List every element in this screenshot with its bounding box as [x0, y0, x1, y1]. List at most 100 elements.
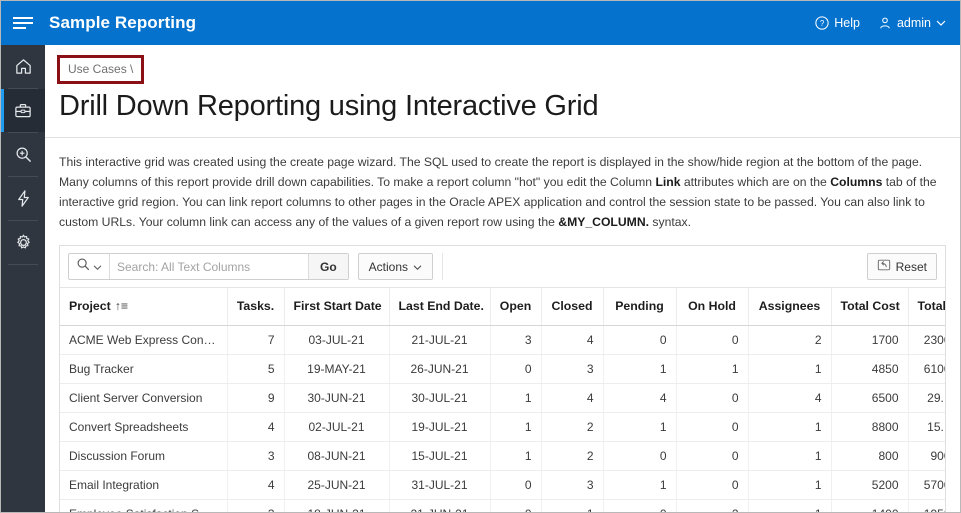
cell-assignees[interactable]: 1: [748, 499, 832, 512]
column-header-assignees[interactable]: Assignees: [748, 288, 832, 326]
column-header-total-cost[interactable]: Total Cost: [831, 288, 909, 326]
actions-button[interactable]: Actions: [357, 253, 434, 280]
table-row[interactable]: ACME Web Express Configurat...703-JUL-21…: [60, 325, 945, 355]
person-icon: [878, 16, 892, 30]
column-header-last-end-date[interactable]: Last End Date.: [389, 288, 491, 326]
column-header-first-start-date[interactable]: First Start Date: [284, 288, 390, 326]
cell-project[interactable]: Employee Satisfaction Survey: [60, 499, 228, 512]
cell-on-hold[interactable]: 0: [676, 470, 749, 500]
cell-assignees[interactable]: 1: [748, 470, 832, 500]
breadcrumb-container: Use Cases \: [45, 45, 960, 84]
cell-project[interactable]: Discussion Forum: [60, 441, 228, 471]
cell-open[interactable]: 3: [490, 325, 542, 355]
table-row[interactable]: Convert Spreadsheets 4 02-JUL-21 19-JUL-21 1…: [60, 412, 945, 442]
cell-assignees[interactable]: 1: [748, 441, 832, 471]
cell-project[interactable]: Email Integration: [60, 470, 228, 500]
cell-open[interactable]: 1: [490, 383, 542, 413]
user-menu-button[interactable]: admin: [878, 16, 946, 30]
cell-project[interactable]: Client Server Conversion: [60, 383, 228, 413]
cell-closed[interactable]: 1: [541, 499, 604, 512]
description-text: attributes which are on the: [680, 175, 831, 189]
cell-total-cost: 800: [831, 441, 909, 471]
actions-label: Actions: [368, 259, 409, 274]
cell-on-hold[interactable]: 2: [676, 499, 749, 512]
column-header-project[interactable]: Project ↑≡: [60, 288, 228, 326]
reset-button[interactable]: Reset: [866, 253, 937, 280]
cell-assignees[interactable]: 1: [748, 412, 832, 442]
cell-project[interactable]: ACME Web Express Configurat...: [60, 325, 228, 355]
cell-closed[interactable]: 2: [541, 412, 604, 442]
cell-tasks[interactable]: 4: [227, 412, 285, 442]
help-button[interactable]: ? Help: [815, 16, 860, 30]
cell-assignees[interactable]: 1: [748, 354, 832, 384]
cell-open[interactable]: 0: [490, 499, 542, 512]
cell-pending[interactable]: 1: [603, 354, 677, 384]
column-header-total-budget[interactable]: Total Budget: [908, 288, 945, 326]
table-row[interactable]: Bug Tracker 5 19-MAY-21 26-JUN-21 0 3 1 1 1 4850 6…: [60, 354, 945, 384]
cell-project[interactable]: Bug Tracker: [60, 354, 228, 384]
cell-tasks[interactable]: 7: [227, 325, 285, 355]
page-description: This interactive grid was created using …: [59, 152, 946, 232]
breadcrumb-highlight-box[interactable]: Use Cases \: [57, 55, 145, 84]
cell-open[interactable]: 0: [490, 470, 542, 500]
table-row[interactable]: Discussion Forum 3 08-JUN-21 15-JUL-21 1 2 0 0 1…: [60, 441, 945, 471]
cell-total-budget: 29...: [908, 383, 945, 413]
cell-on-hold[interactable]: 0: [676, 441, 749, 471]
cell-tasks[interactable]: 5: [227, 354, 285, 384]
cell-first-start-date: 03-JUL-21: [284, 325, 390, 355]
cell-closed[interactable]: 4: [541, 325, 604, 355]
sidebar-item-actions[interactable]: [1, 177, 45, 220]
table-row[interactable]: Employee Satisfaction Survey318-JUN-2121…: [60, 499, 945, 512]
toolbar-separator: [442, 253, 444, 280]
sort-ascending-icon: ↑≡: [114, 299, 129, 314]
chevron-down-icon: [936, 19, 946, 27]
grid-scroll-area[interactable]: Project ↑≡ Tasks. First Start Date Last End …: [60, 288, 945, 512]
cell-tasks[interactable]: 3: [227, 441, 285, 471]
search-input[interactable]: [110, 254, 308, 279]
table-row[interactable]: Client Server Conversion 9 30-JUN-21 30-JUL…: [60, 383, 945, 413]
column-header-label: Project: [69, 299, 111, 314]
cell-pending[interactable]: 1: [603, 412, 677, 442]
sidebar-item-search[interactable]: [1, 133, 45, 176]
column-header-closed[interactable]: Closed: [541, 288, 604, 326]
cell-pending[interactable]: 0: [603, 325, 677, 355]
cell-pending[interactable]: 0: [603, 441, 677, 471]
column-header-on-hold[interactable]: On Hold: [676, 288, 749, 326]
cell-assignees[interactable]: 2: [748, 325, 832, 355]
column-header-label: Tasks.: [236, 299, 275, 314]
briefcase-icon: [13, 101, 33, 120]
cell-tasks[interactable]: 9: [227, 383, 285, 413]
cell-closed[interactable]: 4: [541, 383, 604, 413]
cell-closed[interactable]: 2: [541, 441, 604, 471]
cell-pending[interactable]: 0: [603, 499, 677, 512]
search-go-button[interactable]: Go: [308, 254, 348, 279]
cell-project[interactable]: Convert Spreadsheets: [60, 412, 228, 442]
column-header-open[interactable]: Open: [490, 288, 542, 326]
hamburger-menu-button[interactable]: [1, 1, 45, 45]
column-header-tasks[interactable]: Tasks.: [227, 288, 285, 326]
description-text: syntax.: [649, 215, 692, 229]
sidebar-item-use-cases[interactable]: [1, 89, 45, 132]
cell-open[interactable]: 1: [490, 412, 542, 442]
cell-on-hold[interactable]: 0: [676, 383, 749, 413]
cell-on-hold[interactable]: 0: [676, 412, 749, 442]
cell-first-start-date: 19-MAY-21: [284, 354, 390, 384]
chevron-down-icon: [93, 258, 102, 276]
cell-assignees[interactable]: 4: [748, 383, 832, 413]
cell-tasks[interactable]: 4: [227, 470, 285, 500]
sidebar-item-home[interactable]: [1, 45, 45, 88]
cell-pending[interactable]: 1: [603, 470, 677, 500]
cell-open[interactable]: 1: [490, 441, 542, 471]
cell-on-hold[interactable]: 1: [676, 354, 749, 384]
cell-pending[interactable]: 4: [603, 383, 677, 413]
column-header-label: Last End Date.: [398, 299, 484, 314]
sidebar-item-settings[interactable]: [1, 221, 45, 264]
column-header-pending[interactable]: Pending: [603, 288, 677, 326]
cell-on-hold[interactable]: 0: [676, 325, 749, 355]
search-column-selector[interactable]: [69, 254, 110, 279]
cell-closed[interactable]: 3: [541, 470, 604, 500]
cell-open[interactable]: 0: [490, 354, 542, 384]
cell-tasks[interactable]: 3: [227, 499, 285, 512]
table-row[interactable]: Email Integration 4 25-JUN-21 31-JUL-21 0 3 1 0…: [60, 470, 945, 500]
cell-closed[interactable]: 3: [541, 354, 604, 384]
